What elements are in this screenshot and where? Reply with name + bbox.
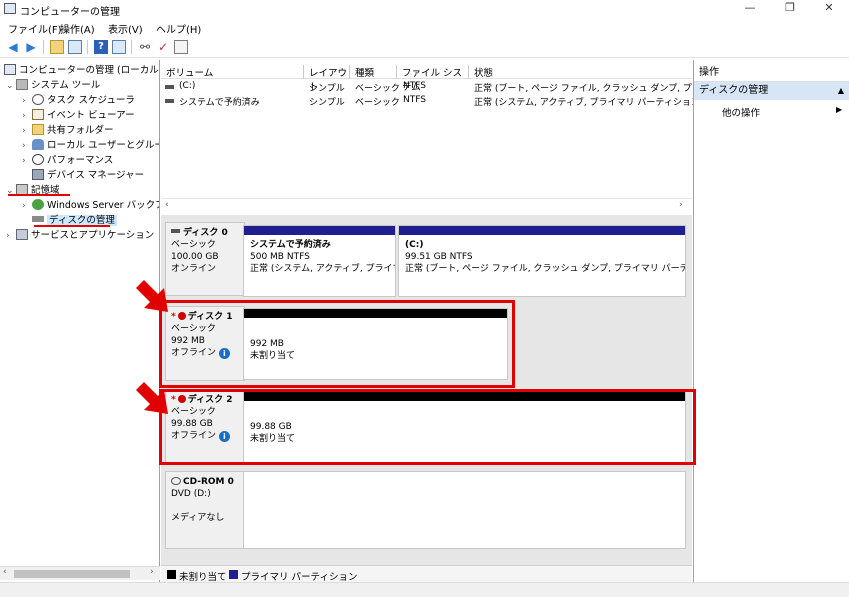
backup-icon (32, 199, 44, 210)
list-icon[interactable] (174, 40, 188, 54)
tree-item-shared-folders[interactable]: › 共有フォルダー (22, 123, 114, 138)
window-title: コンピューターの管理 (20, 7, 120, 18)
legend: 未割り当て プライマリ パーティション (161, 565, 692, 583)
column-type[interactable]: 種類 (350, 65, 397, 79)
menu-view[interactable]: 表示(V) (108, 21, 143, 36)
storage-underline (8, 194, 70, 196)
tree-item-local-users[interactable]: ›ローカル ユーザーとグループ (22, 138, 159, 154)
help-icon[interactable]: ? (94, 40, 108, 54)
actions-section-disk-management[interactable]: ディスクの管理 ▲ (694, 82, 849, 100)
disk-management-underline (34, 225, 110, 227)
scroll-thumb[interactable] (14, 570, 130, 578)
scroll-left-icon[interactable]: ‹ (3, 567, 7, 577)
maximize-button[interactable]: ❐ (770, 0, 810, 18)
forward-icon[interactable]: ▶ (24, 40, 38, 54)
chevron-right-icon[interactable]: › (22, 199, 32, 214)
column-status[interactable]: 状態 (469, 65, 692, 79)
title-bar: コンピューターの管理 — ❐ ✕ (0, 0, 849, 18)
back-icon[interactable]: ◀ (6, 40, 20, 54)
primary-partition-bar (244, 226, 395, 235)
volume-row[interactable]: (C:) シンプル ベーシック NTFS 正常 (ブート, ページ ファイル, … (161, 80, 728, 94)
primary-swatch (229, 570, 238, 579)
toolbar: ◀ ▶ ? ⚯ ✓ (0, 36, 849, 58)
partition-c[interactable]: (C:) 99.51 GB NTFS 正常 (ブート, ページ ファイル, クラ… (398, 225, 686, 297)
tree-item-services-apps[interactable]: › サービスとアプリケーション (6, 228, 154, 243)
cdrom-label[interactable]: CD-ROM 0 DVD (D:) メディアなし (165, 471, 245, 549)
disk-0-label[interactable]: ディスク 0 ベーシック 100.00 GB オンライン (165, 222, 245, 296)
chevron-right-icon[interactable]: › (22, 124, 32, 139)
menu-action[interactable]: 操作(A) (60, 21, 95, 36)
column-volume[interactable]: ボリューム (161, 65, 304, 79)
clock-icon (32, 94, 44, 105)
minimize-button[interactable]: — (730, 0, 770, 18)
users-icon (32, 139, 44, 150)
chevron-right-icon[interactable]: › (22, 94, 32, 109)
toolbar-separator (87, 40, 88, 54)
volume-icon (165, 99, 174, 103)
other-actions-item[interactable]: 他の操作 (722, 105, 760, 119)
scroll-right-icon[interactable]: › (150, 567, 154, 577)
menu-file[interactable]: ファイル(F) (8, 21, 62, 36)
collapse-icon[interactable]: ▲ (838, 82, 844, 100)
column-file-system[interactable]: ファイル システム (397, 65, 469, 93)
shared-folder-icon (32, 124, 44, 135)
menu-bar: ファイル(F) 操作(A) 表示(V) ヘルプ(H) (0, 18, 849, 36)
disk-2-highlight (159, 389, 696, 465)
chevron-down-icon[interactable]: ⌄ (6, 79, 16, 94)
tree-item-device-manager[interactable]: デバイス マネージャー (32, 168, 144, 183)
disk-icon (171, 229, 180, 233)
chevron-right-icon[interactable]: › (6, 229, 16, 244)
volume-icon (165, 85, 174, 89)
volume-list-header: ボリューム レイアウト 種類 ファイル システム 状態 (161, 64, 692, 93)
tree-item-event-viewer[interactable]: › イベント ビューアー (22, 108, 135, 123)
toolbar-separator (131, 40, 132, 54)
device-manager-icon (32, 169, 44, 180)
actions-pane: 操作 ディスクの管理 ▲ 他の操作 ▶ (693, 60, 849, 582)
show-hide-tree-icon[interactable] (68, 40, 82, 54)
toolbar-separator (43, 40, 44, 54)
volume-list-scrollbar[interactable]: ‹ › (161, 198, 692, 211)
up-icon[interactable] (50, 40, 64, 54)
primary-partition-bar (399, 226, 685, 235)
event-log-icon (32, 109, 44, 120)
arrow-icon (136, 382, 168, 414)
connect-icon[interactable]: ⚯ (138, 40, 152, 54)
chevron-right-icon[interactable]: › (22, 109, 32, 124)
column-layout[interactable]: レイアウト (304, 65, 350, 93)
scroll-right-icon[interactable]: › (679, 200, 683, 210)
check-icon[interactable]: ✓ (156, 40, 170, 54)
tree-horizontal-scrollbar[interactable]: ‹ › (0, 566, 160, 580)
cd-drive-icon (171, 477, 181, 485)
properties-icon[interactable] (112, 40, 126, 54)
tree-item-performance[interactable]: › パフォーマンス (22, 153, 113, 168)
partition-system-reserved[interactable]: システムで予約済み 500 MB NTFS 正常 (システム, アクティブ, プ… (243, 225, 396, 297)
status-bar (0, 582, 849, 597)
disk-1-highlight (159, 300, 515, 388)
volume-row[interactable]: システムで予約済み シンプル ベーシック NTFS 正常 (システム, アクティ… (161, 94, 703, 108)
tree-item-root[interactable]: コンピューターの管理 (ローカル) (4, 63, 159, 78)
navigation-tree: コンピューターの管理 (ローカル) ⌄ システム ツール › タスク スケジューラ … (0, 60, 160, 582)
chevron-right-icon[interactable]: › (22, 139, 32, 154)
services-icon (16, 229, 28, 240)
tree-item-task-scheduler[interactable]: › タスク スケジューラ (22, 93, 135, 108)
chevron-right-icon[interactable]: › (22, 154, 32, 169)
submenu-arrow-icon: ▶ (836, 105, 843, 114)
tree-item-system-tools[interactable]: ⌄ システム ツール (6, 78, 100, 93)
computer-management-icon (4, 3, 16, 14)
actions-header: 操作 (694, 64, 849, 82)
cdrom-media-area[interactable] (243, 471, 686, 549)
tools-icon (16, 79, 28, 90)
tree-item-windows-server-backup[interactable]: › Windows Server バックア (22, 198, 159, 214)
menu-help[interactable]: ヘルプ(H) (156, 21, 201, 36)
arrow-icon (136, 280, 168, 312)
close-button[interactable]: ✕ (809, 0, 849, 18)
scroll-left-icon[interactable]: ‹ (165, 200, 169, 210)
performance-icon (32, 154, 44, 165)
chevron-down-icon[interactable]: ⌄ (6, 184, 16, 199)
disk-icon (32, 216, 44, 222)
computer-icon (4, 64, 16, 75)
unallocated-swatch (167, 570, 176, 579)
